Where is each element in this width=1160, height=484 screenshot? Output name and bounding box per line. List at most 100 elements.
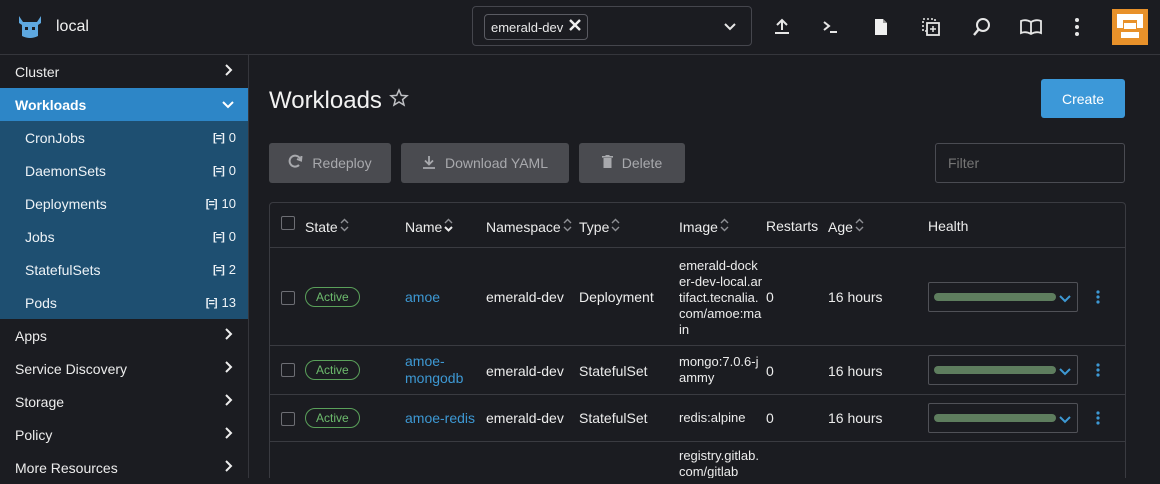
table-row: registry.gitlab.com/gitlab xyxy=(270,442,1125,478)
sidebar-group-label: Cluster xyxy=(15,63,60,80)
sidebar-item-cronjobs[interactable]: CronJobs [=] 0 xyxy=(0,121,248,154)
column-header-state[interactable]: State xyxy=(305,218,349,235)
row-checkbox[interactable] xyxy=(281,412,295,426)
sidebar-item-label: CronJobs xyxy=(25,129,85,146)
health-dropdown[interactable] xyxy=(928,355,1078,385)
sidebar-item-label: Deployments xyxy=(25,195,107,212)
create-button[interactable]: Create xyxy=(1041,79,1125,118)
download-yaml-button[interactable]: Download YAML xyxy=(401,143,569,183)
chevron-down-icon xyxy=(1059,291,1071,307)
copy-icon[interactable] xyxy=(919,15,943,39)
sidebar-item-deployments[interactable]: Deployments [=] 10 xyxy=(0,187,248,220)
file-icon[interactable] xyxy=(869,15,893,39)
chevron-right-icon xyxy=(224,327,234,344)
table-row: Active amoe-mongodb emerald-dev Stateful… xyxy=(270,346,1125,395)
sidebar-item-statefulsets[interactable]: StatefulSets [=] 2 xyxy=(0,253,248,286)
column-header-image[interactable]: Image xyxy=(679,218,729,235)
restarts-cell: 0 xyxy=(766,410,774,426)
column-label: Namespace xyxy=(486,218,561,235)
count-value: 10 xyxy=(221,196,236,211)
restarts-cell: 0 xyxy=(766,289,774,305)
sort-icon xyxy=(563,218,572,235)
sidebar-group-label: Workloads xyxy=(15,96,87,113)
sidebar-group-service-discovery[interactable]: Service Discovery xyxy=(0,352,248,385)
workload-name-link[interactable]: amoe-redis xyxy=(405,410,475,426)
column-header-age[interactable]: Age xyxy=(828,218,864,235)
close-icon[interactable] xyxy=(569,19,582,35)
kebab-icon[interactable] xyxy=(1065,15,1089,39)
workload-name-link[interactable]: amoe-mongodb xyxy=(405,353,465,387)
column-header-health: Health xyxy=(928,218,969,234)
chevron-right-icon xyxy=(224,360,234,377)
count-value: 13 xyxy=(221,295,236,310)
column-header-name[interactable]: Name xyxy=(405,218,454,235)
count-value: 2 xyxy=(228,262,236,277)
image-cell: emerald-docker-dev-local.artifact.tecnal… xyxy=(679,258,763,337)
sidebar-group-apps[interactable]: Apps xyxy=(0,319,248,352)
namespace-cell: emerald-dev xyxy=(486,410,564,426)
cow-logo-icon[interactable] xyxy=(16,14,44,43)
status-badge: Active xyxy=(305,287,360,307)
table-row: Active amoe emerald-dev Deployment emera… xyxy=(270,249,1125,346)
avatar[interactable] xyxy=(1112,9,1148,45)
status-badge: Active xyxy=(305,360,360,380)
sidebar-group-storage[interactable]: Storage xyxy=(0,385,248,418)
sidebar-item-label: DaemonSets xyxy=(25,162,106,179)
sidebar-group-more-resources[interactable]: More Resources xyxy=(0,451,248,484)
sidebar-item-jobs[interactable]: Jobs [=] 0 xyxy=(0,220,248,253)
column-header-type[interactable]: Type xyxy=(579,218,620,235)
sort-icon xyxy=(611,218,620,235)
health-dropdown[interactable] xyxy=(928,403,1078,433)
health-dropdown[interactable] xyxy=(928,282,1078,312)
row-checkbox[interactable] xyxy=(281,363,295,377)
star-icon[interactable] xyxy=(389,88,409,111)
column-header-namespace[interactable]: Namespace xyxy=(486,218,572,235)
search-icon[interactable] xyxy=(970,15,994,39)
workloads-submenu: CronJobs [=] 0 DaemonSets [=] 0 Deployment… xyxy=(0,121,248,319)
kebab-icon[interactable] xyxy=(1096,290,1100,307)
status-badge: Active xyxy=(305,408,360,428)
sidebar-group-cluster[interactable]: Cluster xyxy=(0,55,248,88)
image-cell: mongo:7.0.6-jammy xyxy=(679,354,759,385)
namespace-select[interactable]: emerald-dev xyxy=(472,6,752,46)
item-count: [=] 0 xyxy=(213,130,236,145)
upload-icon[interactable] xyxy=(770,15,794,39)
sidebar-group-label: Storage xyxy=(15,393,65,410)
row-checkbox[interactable] xyxy=(281,291,295,305)
redeploy-button[interactable]: Redeploy xyxy=(269,143,391,183)
workload-name-link[interactable]: amoe xyxy=(405,289,440,305)
type-cell: Deployment xyxy=(579,289,654,305)
health-bar xyxy=(934,366,1056,374)
top-bar: local emerald-dev xyxy=(0,0,1160,55)
book-icon[interactable] xyxy=(1019,15,1043,39)
chevron-down-icon xyxy=(1059,364,1071,380)
sort-icon xyxy=(855,218,864,235)
sidebar-item-daemonsets[interactable]: DaemonSets [=] 0 xyxy=(0,154,248,187)
kebab-icon[interactable] xyxy=(1096,411,1100,428)
item-count: [=] 13 xyxy=(206,295,236,310)
namespace-cell: emerald-dev xyxy=(486,363,564,379)
namespaced-icon: [=] xyxy=(205,197,218,210)
cluster-name[interactable]: local xyxy=(56,18,89,36)
type-cell: StatefulSet xyxy=(579,363,648,379)
sidebar-item-label: Pods xyxy=(25,294,57,311)
chevron-down-icon[interactable] xyxy=(723,19,737,36)
terminal-icon[interactable] xyxy=(818,15,842,39)
age-cell: 16 hours xyxy=(828,363,883,379)
kebab-icon[interactable] xyxy=(1096,363,1100,380)
sidebar-group-workloads[interactable]: Workloads xyxy=(0,88,248,121)
page-title: Workloads xyxy=(269,87,382,114)
namespace-chip: emerald-dev xyxy=(484,14,589,40)
sidebar-group-policy[interactable]: Policy xyxy=(0,418,248,451)
column-label: Name xyxy=(405,218,443,235)
delete-button[interactable]: Delete xyxy=(579,143,685,183)
namespaced-icon: [=] xyxy=(213,263,225,276)
sidebar-item-pods[interactable]: Pods [=] 13 xyxy=(0,286,248,319)
chevron-right-icon xyxy=(224,459,234,476)
select-all-checkbox[interactable] xyxy=(281,216,295,230)
sidebar-group-label: More Resources xyxy=(15,459,118,476)
chevron-down-icon xyxy=(222,97,234,113)
chevron-down-icon xyxy=(1059,412,1071,428)
filter-input[interactable] xyxy=(935,143,1125,183)
namespaced-icon: [=] xyxy=(213,164,225,177)
